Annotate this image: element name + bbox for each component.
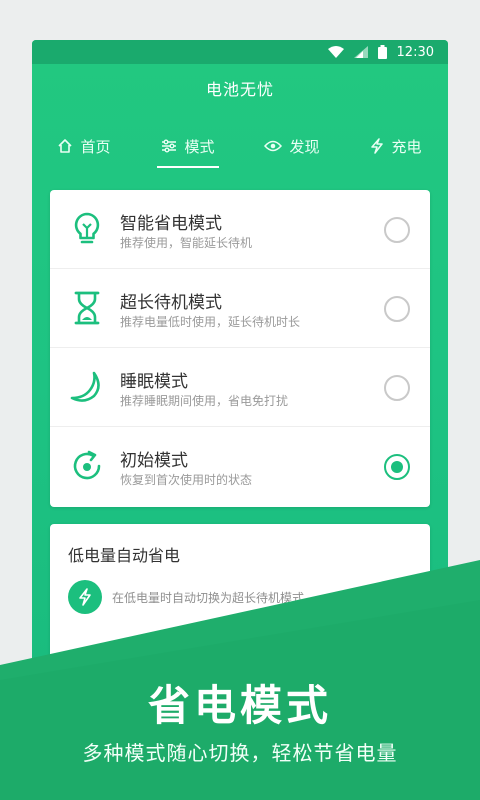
mode-description: 推荐电量低时使用，延长待机时长: [120, 315, 301, 329]
restore-icon: [73, 450, 101, 480]
bolt-icon: [371, 138, 384, 154]
tab-discover[interactable]: 发现: [240, 126, 344, 166]
tab-modes[interactable]: 模式: [136, 126, 240, 168]
tab-bar: 首页 模式 发现 充电: [32, 126, 448, 168]
mode-radio[interactable]: [384, 375, 410, 401]
status-time: 12:30: [396, 44, 434, 60]
promo-title: 省电模式: [147, 681, 332, 730]
status-bar: 12:30: [32, 40, 448, 64]
mode-radio[interactable]: [384, 217, 410, 243]
mode-description: 推荐睡眠期间使用，省电免打扰: [120, 394, 289, 408]
moon-icon: [70, 371, 100, 402]
tab-home[interactable]: 首页: [32, 126, 136, 166]
mode-title: 智能省电模式: [120, 214, 222, 234]
mode-title: 初始模式: [120, 451, 188, 471]
mode-item-long-standby[interactable]: 超长待机模式 推荐电量低时使用，延长待机时长: [50, 269, 430, 348]
low-power-title: 低电量自动省电: [68, 546, 181, 565]
mode-item-initial[interactable]: 初始模式 恢复到首次使用时的状态: [50, 427, 430, 506]
mode-radio-selected[interactable]: [384, 454, 410, 480]
tab-label: 模式: [184, 137, 215, 156]
tab-label: 充电: [391, 137, 422, 156]
mode-description: 推荐使用，智能延长待机: [120, 236, 253, 250]
bolt-icon: [79, 588, 91, 606]
low-power-description: 在低电量时自动切换为超长待机模式: [112, 591, 305, 605]
hourglass-icon: [74, 291, 100, 325]
mode-radio[interactable]: [384, 296, 410, 322]
lightbulb-icon: [74, 212, 100, 244]
mode-title: 超长待机模式: [120, 293, 222, 313]
mode-list-card: 智能省电模式 推荐使用，智能延长待机 超长待机模式 推荐电量低时使用，延长待机时…: [50, 190, 430, 507]
home-icon: [58, 139, 73, 153]
low-power-icon-badge: [68, 580, 102, 614]
wifi-icon: [327, 46, 344, 58]
mode-item-sleep[interactable]: 睡眠模式 推荐睡眠期间使用，省电免打扰: [50, 348, 430, 427]
battery-icon: [377, 45, 387, 59]
tab-label: 发现: [289, 137, 320, 156]
promo-subtitle: 多种模式随心切换，轻松节省电量: [82, 741, 398, 765]
sliders-icon: [162, 139, 177, 153]
app-title: 电池无忧: [205, 80, 274, 99]
eye-icon: [264, 140, 283, 152]
mode-description: 恢复到首次使用时的状态: [120, 473, 253, 487]
cell-signal-icon: [353, 46, 368, 58]
mode-title: 睡眠模式: [120, 372, 188, 392]
tab-label: 首页: [80, 137, 111, 156]
mode-item-smart[interactable]: 智能省电模式 推荐使用，智能延长待机: [50, 190, 430, 269]
tab-charge[interactable]: 充电: [344, 126, 448, 166]
